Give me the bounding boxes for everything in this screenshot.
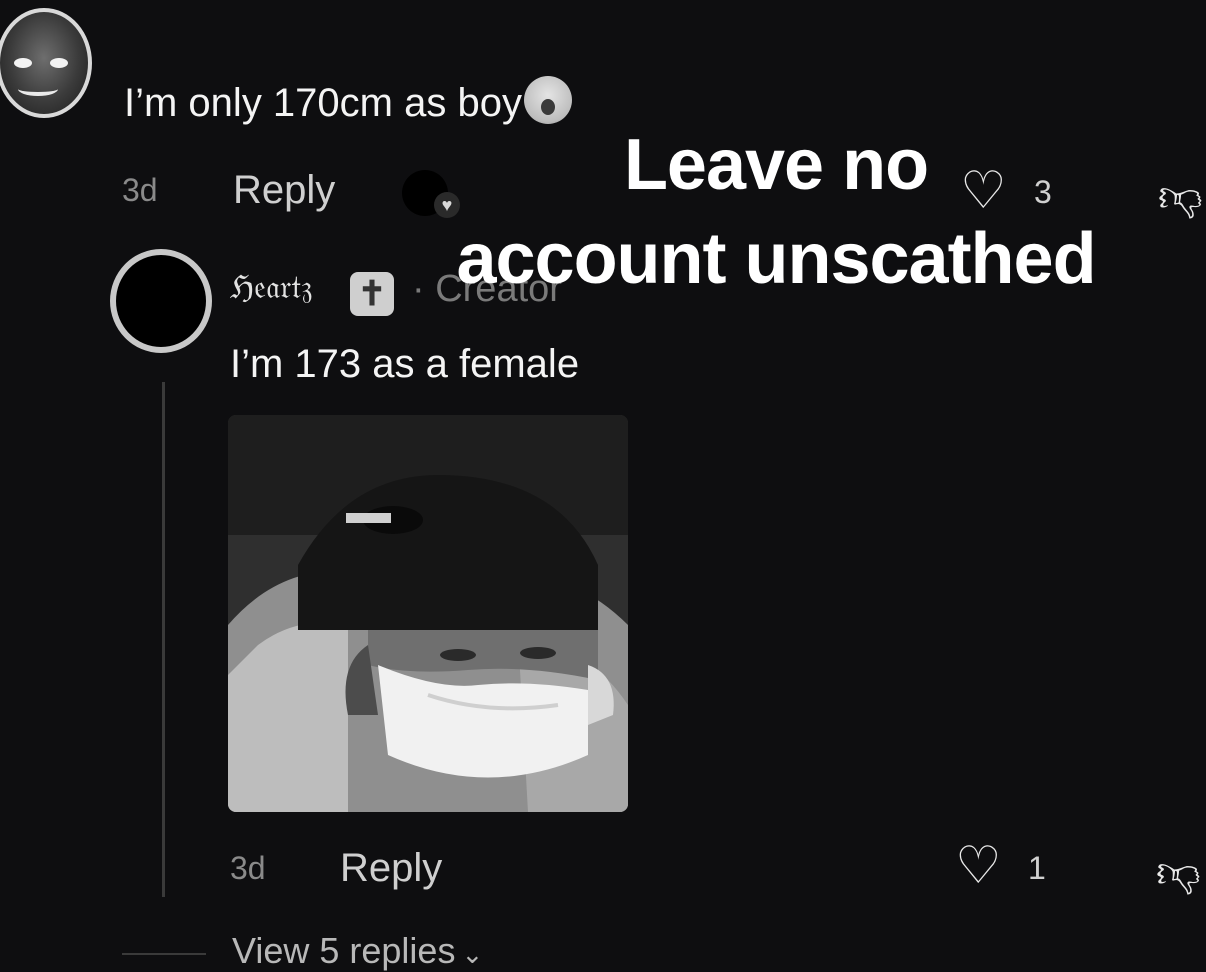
overlay-caption-line-2: account unscathed [456, 219, 1096, 299]
reply-comment-text: I’m 173 as a female [230, 342, 580, 386]
chevron-down-icon: ⌄ [461, 939, 484, 969]
reply-attached-photo[interactable] [228, 415, 628, 812]
commenter-avatar[interactable] [0, 8, 92, 118]
avatar-eye [14, 58, 32, 68]
reply-comment-time: 3d [230, 850, 266, 886]
avatar-mouth [18, 82, 58, 96]
creator-avatar[interactable] [110, 249, 212, 353]
view-replies-button[interactable]: View 5 replies ⌄ [232, 930, 483, 972]
loudly-crying-face-icon [523, 76, 572, 124]
latin-cross-icon: ✝ [350, 272, 394, 316]
top-comment-time: 3d [122, 172, 158, 208]
video-overlay-caption: Leave no account unscathed [396, 118, 1156, 306]
reply-comment-like-count: 1 [1028, 850, 1046, 886]
avatar-eye [50, 58, 68, 68]
reply-comment-reply-button[interactable]: Reply [340, 846, 442, 891]
reply-username[interactable]: ℌ𝔢𝔞𝔯𝔱𝔷 [230, 268, 313, 307]
top-comment-dislike-icon[interactable]: 👎︎ [1158, 170, 1203, 223]
view-replies-label: View 5 replies [232, 930, 456, 971]
overlay-caption-line-1: Leave no [623, 125, 929, 205]
view-replies-divider [122, 953, 206, 955]
top-comment-reply-button[interactable]: Reply [233, 168, 335, 213]
person-photo-illustration [228, 415, 628, 812]
reply-comment-dislike-icon[interactable]: 👎︎ [1156, 846, 1201, 899]
reply-comment-like-heart-icon[interactable]: ♡ [955, 840, 1002, 892]
thread-line [162, 382, 165, 897]
